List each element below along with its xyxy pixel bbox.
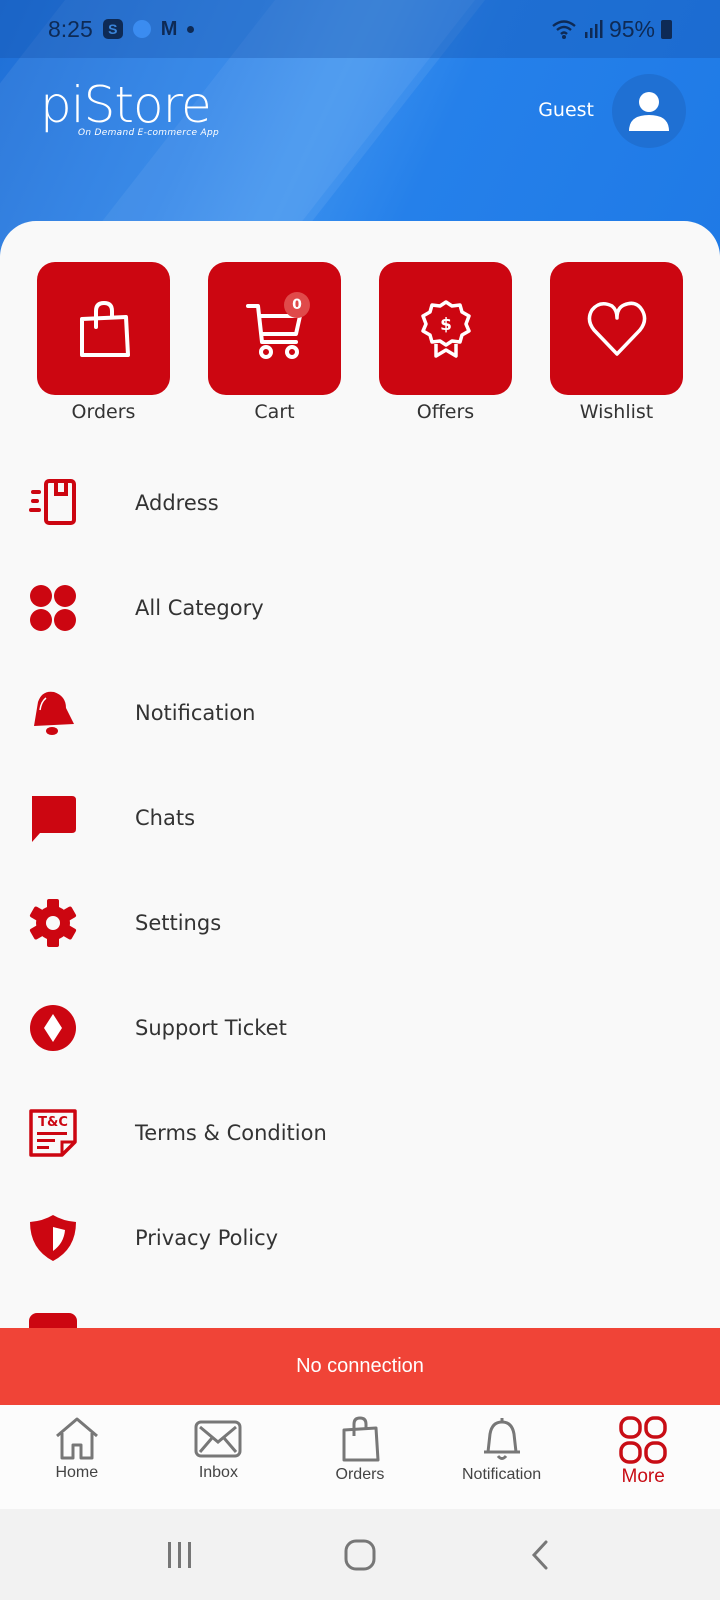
bell-icon: [28, 688, 78, 738]
support-ticket-icon: [28, 1003, 78, 1053]
home-icon: [55, 1417, 98, 1460]
gmail-icon: M: [160, 17, 178, 40]
heart-icon: [587, 301, 646, 356]
category-icon: [28, 583, 78, 633]
user-icon: [629, 92, 669, 131]
nav-home[interactable]: Home: [12, 1405, 142, 1509]
back-chevron-icon: [531, 1540, 548, 1569]
menu-item-support-ticket[interactable]: Support Ticket: [0, 975, 720, 1080]
back-button[interactable]: [510, 1525, 570, 1585]
wifi-icon: [552, 20, 576, 39]
cart-count-badge: 0: [284, 292, 310, 318]
quick-action-label: Orders: [71, 401, 136, 423]
bottom-navigation: Home Inbox Orders Notification More: [0, 1405, 720, 1509]
nav-inbox[interactable]: Inbox: [153, 1405, 283, 1509]
shield-icon: [28, 1213, 78, 1263]
quick-action-wishlist[interactable]: Wishlist: [550, 262, 683, 423]
blue-dot-icon: [132, 20, 151, 38]
terms-icon: T&C: [28, 1108, 78, 1158]
nav-orders[interactable]: Orders: [295, 1405, 425, 1509]
user-name[interactable]: Guest: [538, 99, 594, 121]
home-circle-icon: [344, 1539, 376, 1570]
nav-label: Home: [55, 1464, 99, 1481]
svg-text:$: $: [440, 315, 452, 335]
status-bar: 8:25 S M 95%: [0, 0, 720, 58]
snackbar-message: No connection: [296, 1355, 424, 1377]
menu-item-all-category[interactable]: All Category: [0, 555, 720, 660]
quick-action-label: Offers: [416, 401, 475, 423]
logo-tagline: On Demand E-commerce App: [78, 128, 219, 138]
menu-item-label: Privacy Policy: [135, 1225, 279, 1250]
shopping-bag-icon: [342, 1416, 380, 1462]
battery-icon: [661, 19, 672, 39]
bell-icon: [483, 1418, 520, 1460]
menu-item-label: All Category: [135, 595, 264, 620]
menu-item-address[interactable]: Address: [0, 450, 720, 555]
recent-apps-icon: [168, 1541, 191, 1568]
nav-label: Notification: [462, 1466, 542, 1483]
nav-more[interactable]: More: [578, 1405, 708, 1509]
quick-action-label: Cart: [254, 401, 295, 423]
menu-item-notification[interactable]: Notification: [0, 660, 720, 765]
menu-item-label: Settings: [135, 910, 222, 935]
quick-action-orders[interactable]: Orders: [37, 262, 170, 423]
svg-text:T&C: T&C: [38, 1115, 68, 1130]
signal-icon: [584, 20, 603, 38]
address-icon: [28, 478, 78, 528]
menu-item-label: Support Ticket: [135, 1015, 287, 1040]
menu-item-label: Notification: [135, 700, 256, 725]
cart-tile[interactable]: 0: [208, 262, 341, 395]
more-grid-icon: [619, 1416, 667, 1464]
app-logo: piStore On Demand E-commerce App: [40, 78, 219, 138]
offers-tile[interactable]: $: [379, 262, 512, 395]
quick-actions: Orders 0 Cart $ Offers Wishlist: [0, 262, 720, 423]
status-right: 95%: [551, 16, 672, 43]
home-system-button[interactable]: [330, 1525, 390, 1585]
gear-icon: [28, 898, 78, 948]
nav-label: More: [621, 1466, 665, 1487]
menu-item-chats[interactable]: Chats: [0, 765, 720, 870]
quick-action-cart[interactable]: 0 Cart: [208, 262, 341, 423]
nav-notification[interactable]: Notification: [437, 1405, 567, 1509]
avatar[interactable]: [612, 74, 686, 148]
more-dot-icon: [187, 25, 195, 33]
no-connection-snackbar: No connection: [0, 1328, 720, 1405]
quick-action-offers[interactable]: $ Offers: [379, 262, 512, 423]
orders-tile[interactable]: [37, 262, 170, 395]
offer-badge-icon: $: [420, 299, 471, 358]
quick-action-label: Wishlist: [579, 401, 654, 423]
chat-icon: [28, 793, 78, 843]
menu-item-label: Chats: [135, 805, 196, 830]
logo-text: piStore: [40, 76, 212, 134]
menu-item-terms[interactable]: T&C Terms & Condition: [0, 1080, 720, 1185]
wishlist-tile[interactable]: [550, 262, 683, 395]
status-time: 8:25: [48, 15, 93, 42]
nav-label: Orders: [335, 1466, 385, 1483]
menu-item-settings[interactable]: Settings: [0, 870, 720, 975]
system-navigation-bar: [0, 1509, 720, 1600]
battery-percent: 95%: [608, 15, 655, 42]
shopping-bag-icon: [79, 300, 130, 357]
recent-apps-button[interactable]: [150, 1525, 210, 1585]
nav-label: Inbox: [198, 1464, 238, 1481]
skype-icon: S: [102, 19, 123, 39]
menu-item-privacy-policy[interactable]: Privacy Policy: [0, 1185, 720, 1290]
menu-item-label: Terms & Condition: [135, 1120, 327, 1145]
menu-list: Address All Category Notification Chats …: [0, 450, 720, 1290]
inbox-icon: [194, 1420, 242, 1458]
menu-item-label: Address: [135, 490, 219, 515]
